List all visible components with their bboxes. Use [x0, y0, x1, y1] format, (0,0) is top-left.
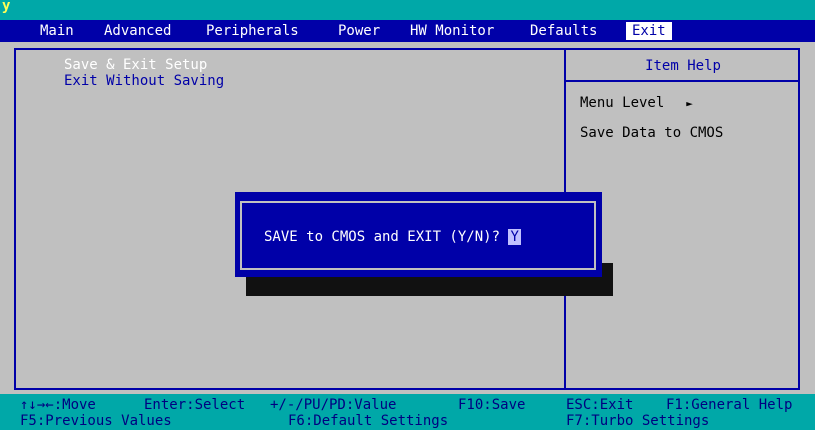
option-exit-without-saving[interactable]: Exit Without Saving [64, 73, 224, 89]
key-help: F1:General Help [666, 397, 793, 413]
confirm-dialog-text: SAVE to CMOS and EXIT (Y/N)? Y [264, 229, 521, 245]
confirm-prompt: SAVE to CMOS and EXIT (Y/N)? [264, 229, 501, 245]
menu-level-label: Menu Level [580, 95, 665, 111]
menu-tab-hw-monitor[interactable]: HW Monitor [410, 22, 494, 40]
menu-tab-peripherals[interactable]: Peripherals [206, 22, 299, 40]
key-value: +/-/PU/PD:Value [270, 397, 397, 413]
confirm-input[interactable]: Y [508, 229, 521, 245]
menu-tab-advanced[interactable]: Advanced [104, 22, 171, 40]
key-save: F10:Save [458, 397, 526, 413]
option-save-exit[interactable]: Save & Exit Setup [64, 57, 207, 73]
help-menu-level: Menu Level ► [580, 95, 693, 111]
help-title: Item Help [645, 58, 721, 74]
menu-tab-exit[interactable]: Exit [626, 22, 672, 40]
corner-char: y [2, 0, 11, 14]
key-enter: Enter:Select [144, 397, 246, 413]
arrow-right-icon: ► [686, 97, 693, 110]
key-turbo-settings: F7:Turbo Settings [566, 413, 710, 429]
menu-tab-power[interactable]: Power [338, 22, 380, 40]
key-move: ↑↓→←:Move [20, 397, 96, 413]
menu-tab-main[interactable]: Main [40, 22, 74, 40]
key-exit: ESC:Exit [566, 397, 634, 413]
help-description: Save Data to CMOS [580, 125, 724, 141]
menu-tab-defaults[interactable]: Defaults [530, 22, 597, 40]
key-default-settings: F6:Default Settings [288, 413, 449, 429]
help-title-separator [566, 80, 800, 82]
key-previous-values: F5:Previous Values [20, 413, 172, 429]
